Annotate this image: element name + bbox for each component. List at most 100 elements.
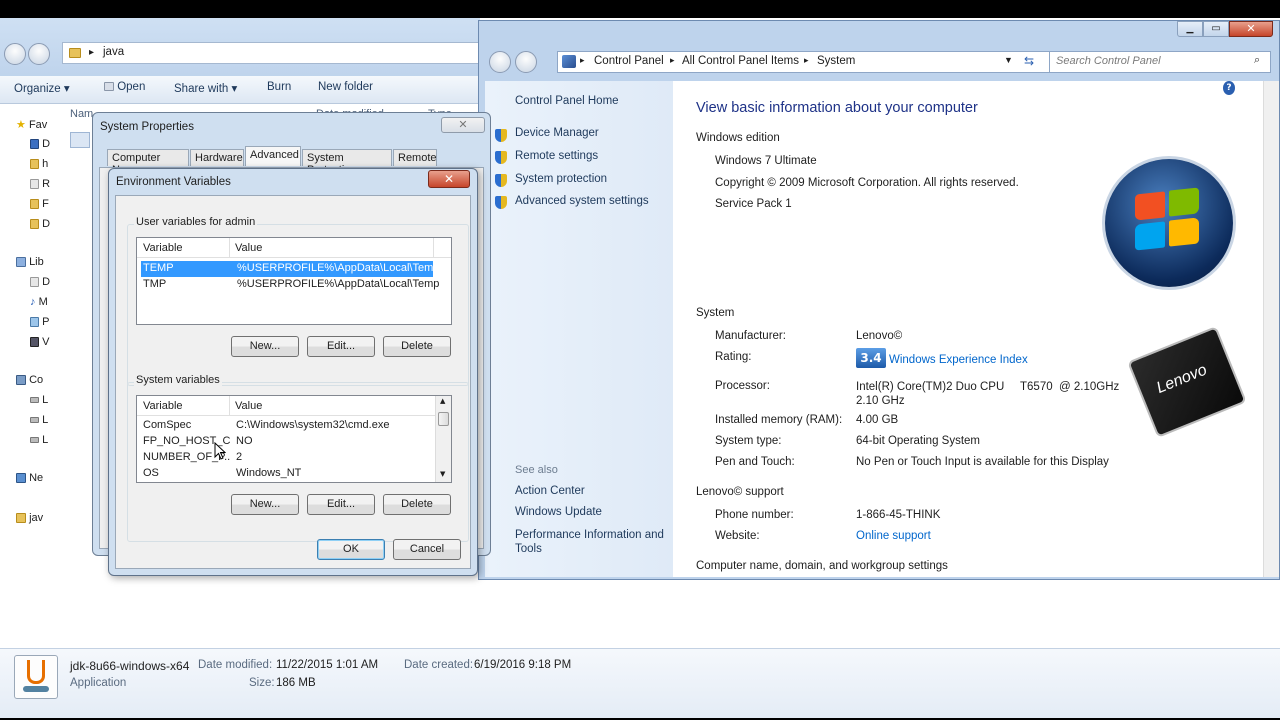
table-row[interactable]: TEMP %USERPROFILE%\AppData\Local\Temp — [141, 261, 439, 277]
var-value: Windows_NT — [236, 467, 302, 479]
nav-label: L — [42, 394, 49, 406]
nav-item[interactable]: P — [30, 316, 49, 334]
nav-item[interactable]: F — [30, 198, 49, 216]
explorer-address-bar[interactable]: ▸ java — [62, 42, 480, 64]
nav-favorites[interactable]: ★ Fav — [16, 118, 47, 136]
organize-button[interactable]: Organize ▾ — [14, 81, 70, 95]
column-variable[interactable]: Variable — [143, 242, 183, 254]
nav-item[interactable]: R — [30, 178, 50, 196]
nav-label: R — [42, 178, 51, 190]
detail-date-created-label: Date created: — [404, 659, 474, 671]
breadcrumb-all-items[interactable]: All Control Panel Items — [682, 55, 799, 67]
scroll-down-icon[interactable]: ▼ — [440, 470, 445, 478]
open-button[interactable]: Open — [104, 81, 145, 93]
ok-button[interactable]: OK — [317, 539, 385, 560]
nav-label: P — [42, 316, 50, 328]
remote-settings-link[interactable]: Remote settings — [515, 150, 598, 162]
nav-label: F — [42, 198, 49, 210]
column-value[interactable]: Value — [235, 400, 262, 412]
action-center-link[interactable]: Action Center — [515, 485, 585, 497]
table-row[interactable]: NUMBER_OF_P... 2 — [141, 450, 433, 466]
nav-item[interactable]: L — [30, 434, 48, 452]
cancel-button[interactable]: Cancel — [393, 539, 461, 560]
minimize-button[interactable]: ▁ — [1177, 21, 1203, 37]
logo-green-pane — [1169, 187, 1199, 217]
system-delete-button[interactable]: Delete — [383, 494, 451, 515]
new-folder-button[interactable]: New folder — [318, 81, 373, 93]
share-with-button[interactable]: Share with ▾ — [174, 81, 237, 95]
table-row[interactable]: OS Windows_NT — [141, 466, 433, 480]
tab-computer-name[interactable]: Computer Name — [107, 149, 189, 176]
cp-back-button[interactable] — [489, 51, 511, 73]
scroll-up-icon[interactable]: ▲ — [440, 397, 445, 405]
detail-date-modified-label: Date modified: — [198, 659, 273, 671]
user-vars-list[interactable]: Variable Value TEMP %USERPROFILE%\AppDat… — [136, 237, 452, 325]
system-vars-scrollbar[interactable]: ▲ ▼ — [435, 396, 451, 482]
search-icon[interactable]: ⌕ — [1254, 54, 1260, 67]
folder-icon — [16, 513, 26, 524]
sysprop-close-button[interactable]: ✕ — [441, 117, 485, 133]
nav-label: h — [42, 158, 49, 170]
nav-item[interactable]: D — [30, 218, 50, 236]
nav-item[interactable]: h — [30, 158, 48, 176]
help-icon[interactable]: ? — [1223, 81, 1235, 95]
detail-size-label: Size: — [249, 677, 275, 689]
advanced-system-settings-link[interactable]: Advanced system settings — [515, 195, 649, 207]
search-input[interactable]: Search Control Panel ⌕ — [1049, 51, 1271, 73]
nav-libraries[interactable]: Lib — [16, 256, 44, 274]
nav-network[interactable]: Ne — [16, 472, 43, 490]
back-button[interactable] — [4, 43, 26, 65]
nav-item[interactable]: L — [30, 414, 48, 432]
windows-update-link[interactable]: Windows Update — [515, 506, 602, 518]
env-close-button[interactable]: ✕ — [428, 170, 470, 188]
chevron-down-icon[interactable]: ▼ — [1004, 55, 1013, 65]
performance-info-link[interactable]: Performance Information and Tools — [515, 528, 671, 556]
explorer-titlebar: ▸ java — [0, 18, 480, 78]
burn-button[interactable]: Burn — [267, 81, 291, 93]
column-name-header[interactable]: Nam — [70, 108, 93, 120]
cp-address-bar[interactable]: ▸ Control Panel ▸ All Control Panel Item… — [557, 51, 1055, 73]
user-edit-button[interactable]: Edit... — [307, 336, 375, 357]
system-type-label: System type: — [715, 435, 782, 447]
breadcrumb-system[interactable]: System — [817, 55, 855, 67]
tab-hardware[interactable]: Hardware — [190, 149, 244, 166]
cp-forward-button[interactable] — [515, 51, 537, 73]
scroll-thumb[interactable] — [438, 412, 449, 426]
nav-item[interactable]: ♪ M — [30, 296, 48, 314]
nav-item[interactable]: D — [30, 138, 50, 156]
system-edit-button[interactable]: Edit... — [307, 494, 375, 515]
nav-item[interactable]: L — [30, 394, 48, 412]
var-value: %USERPROFILE%\AppData\Local\Temp — [237, 262, 440, 274]
online-support-link[interactable]: Online support — [856, 530, 931, 542]
table-row[interactable]: TMP %USERPROFILE%\AppData\Local\Temp — [141, 277, 439, 293]
column-variable[interactable]: Variable — [143, 400, 183, 412]
table-row[interactable]: FP_NO_HOST_C... NO — [141, 434, 433, 450]
system-new-button[interactable]: New... — [231, 494, 299, 515]
control-panel-home-link[interactable]: Control Panel Home — [515, 95, 619, 107]
column-value[interactable]: Value — [235, 242, 262, 254]
nav-item[interactable]: D — [30, 276, 50, 294]
breadcrumb-control-panel[interactable]: Control Panel — [594, 55, 664, 67]
device-manager-link[interactable]: Device Manager — [515, 127, 599, 139]
windows-edition-heading: Windows edition — [696, 132, 780, 144]
maximize-button[interactable]: ▭ — [1203, 21, 1229, 37]
system-protection-link[interactable]: System protection — [515, 173, 607, 185]
refresh-icon[interactable]: ⇆ — [1024, 54, 1034, 68]
tab-remote[interactable]: Remote — [393, 149, 437, 166]
nav-computer[interactable]: Co — [16, 374, 43, 392]
tab-advanced[interactable]: Advanced — [245, 146, 301, 166]
nav-item[interactable]: V — [30, 336, 49, 354]
user-new-button[interactable]: New... — [231, 336, 299, 357]
file-row[interactable] — [70, 132, 90, 148]
nav-java[interactable]: jav — [16, 512, 43, 530]
detail-filename: jdk-8u66-windows-x64 — [70, 659, 190, 673]
table-row[interactable]: ComSpec C:\Windows\system32\cmd.exe — [141, 418, 433, 434]
tab-system-protection[interactable]: System Protection — [302, 149, 392, 176]
forward-button[interactable] — [28, 43, 50, 65]
user-delete-button[interactable]: Delete — [383, 336, 451, 357]
experience-index-link[interactable]: Windows Experience Index — [889, 354, 1028, 366]
system-vars-list[interactable]: Variable Value ComSpec C:\Windows\system… — [136, 395, 452, 483]
column-divider — [433, 238, 434, 258]
cp-scrollbar[interactable] — [1263, 81, 1279, 577]
close-button[interactable]: ✕ — [1229, 21, 1273, 37]
